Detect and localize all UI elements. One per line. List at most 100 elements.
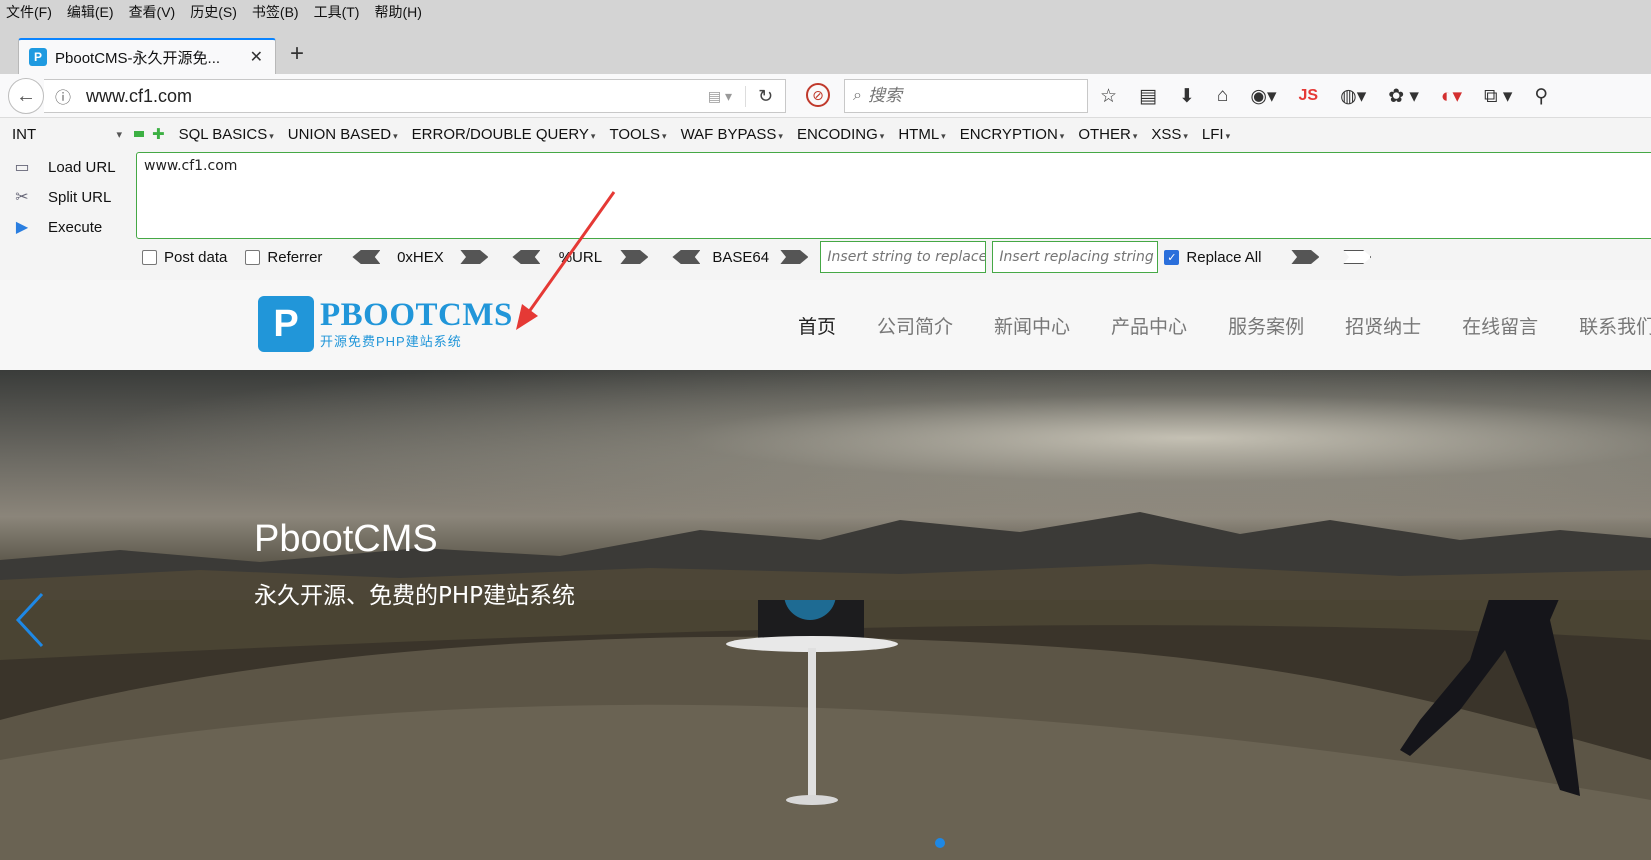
hero-subtitle: 永久开源、免费的PHP建站系统 — [254, 583, 576, 609]
home-icon[interactable]: ⌂ — [1217, 85, 1228, 107]
replace-string-input[interactable] — [992, 241, 1159, 273]
nav-news[interactable]: 新闻中心 — [994, 312, 1070, 339]
referrer-checkbox[interactable] — [245, 249, 261, 265]
menu-union-based[interactable]: UNION BASED — [288, 126, 398, 143]
carousel-prev-icon[interactable] — [12, 590, 52, 650]
find-string-input[interactable] — [820, 241, 987, 273]
site-info-icon[interactable]: ⓘ — [48, 84, 78, 108]
share-icon[interactable]: ⧉ ▾ — [1484, 85, 1512, 108]
menu-xss[interactable]: XSS — [1151, 126, 1188, 143]
hero-banner: PbootCMS 永久开源、免费的PHP建站系统 — [0, 370, 1651, 860]
reading-list-icon[interactable]: ▤ — [1139, 85, 1157, 108]
decrement-icon[interactable] — [134, 131, 144, 137]
split-url-label: Split URL — [48, 188, 112, 206]
menu-html[interactable]: HTML — [898, 126, 945, 143]
nav-home[interactable]: 首页 — [798, 312, 836, 339]
menu-bookmarks[interactable]: 书签(B) — [252, 2, 299, 22]
new-tab-button[interactable]: + — [290, 40, 304, 68]
browser-tab[interactable]: P PbootCMS-永久开源免... ✕ — [18, 38, 276, 74]
menu-encryption[interactable]: ENCRYPTION — [960, 126, 1065, 143]
menu-view[interactable]: 查看(V) — [129, 2, 176, 22]
hackbar-url-textarea[interactable] — [136, 152, 1651, 239]
url-decode-arrow-icon[interactable] — [512, 250, 541, 264]
menu-error-double-query[interactable]: ERROR/DOUBLE QUERY — [412, 126, 596, 143]
noscript-icon[interactable]: ⊘ — [806, 83, 830, 107]
logo-mark-icon: P — [258, 296, 314, 352]
menu-tools[interactable]: TOOLS — [609, 126, 666, 143]
menu-help[interactable]: 帮助(H) — [374, 2, 421, 22]
increment-icon[interactable]: ✚ — [152, 125, 165, 143]
execute-label: Execute — [48, 218, 103, 236]
hero-landscape — [0, 600, 1651, 860]
menu-encoding[interactable]: ENCODING — [797, 126, 884, 143]
tab-strip: P PbootCMS-永久开源免... ✕ + — [0, 24, 1651, 74]
post-data-label: Post data — [164, 248, 228, 266]
execute-button[interactable]: ▶ Execute — [10, 212, 130, 242]
hackbar-type-value: INT — [12, 125, 37, 143]
replace-next-arrow-icon[interactable] — [1343, 250, 1372, 264]
hackbar-menu: INT ▾ ✚ SQL BASICS UNION BASED ERROR/DOU… — [0, 122, 1651, 146]
capture-icon[interactable]: ◐▾ — [1441, 85, 1462, 108]
star-icon[interactable]: ☆ — [1100, 85, 1117, 108]
play-icon: ▶ — [15, 219, 29, 236]
hex-encode-arrow-icon[interactable] — [460, 250, 489, 264]
menu-tools[interactable]: 工具(T) — [314, 2, 360, 22]
menu-waf-bypass[interactable]: WAF BYPASS — [681, 126, 783, 143]
hackbar-actions: ▭ Load URL ✂ Split URL ▶ Execute — [10, 152, 130, 242]
reload-icon[interactable]: ↻ — [745, 85, 785, 107]
replace-apply-arrow-icon[interactable] — [1291, 250, 1320, 264]
nav-message[interactable]: 在线留言 — [1462, 312, 1538, 339]
carousel-dot[interactable] — [935, 838, 945, 848]
logo-subtitle: 开源免费PHP建站系统 — [320, 334, 462, 349]
split-url-button[interactable]: ✂ Split URL — [10, 182, 130, 212]
url-encode-label: %URL — [558, 248, 603, 266]
search-icon: ⌕ — [853, 87, 862, 104]
hackbar-panel: INT ▾ ✚ SQL BASICS UNION BASED ERROR/DOU… — [0, 118, 1651, 280]
nav-about[interactable]: 公司简介 — [877, 312, 953, 339]
menu-file[interactable]: 文件(F) — [6, 2, 52, 22]
menu-sql-basics[interactable]: SQL BASICS — [179, 126, 274, 143]
base64-decode-arrow-icon[interactable] — [672, 250, 701, 264]
site-logo[interactable]: P PBOOTCMS 开源免费PHP建站系统 — [258, 296, 513, 352]
search-box[interactable]: ⌕ — [844, 79, 1088, 113]
hackbar-type-select[interactable]: INT ▾ — [8, 123, 126, 145]
toolbar-icons: ☆ ▤ ⬇ ⌂ ◉▾ JS ◍▾ ✿ ▾ ◐▾ ⧉ ▾ ⚲ — [1100, 82, 1570, 110]
url-dropdown-icon[interactable]: ▤ ▾ — [695, 88, 745, 105]
zoom-icon[interactable]: ⚲ — [1534, 85, 1548, 108]
url-text[interactable]: www.cf1.com — [86, 86, 695, 107]
nav-jobs[interactable]: 招贤纳士 — [1345, 312, 1421, 339]
site-navigation: 首页 公司简介 新闻中心 产品中心 服务案例 招贤纳士 在线留言 联系我们 — [798, 312, 1651, 339]
menu-bar: 文件(F) 编辑(E) 查看(V) 历史(S) 书签(B) 工具(T) 帮助(H… — [0, 0, 1651, 24]
hex-label: 0xHEX — [397, 248, 444, 266]
menu-lfi[interactable]: LFI — [1202, 126, 1230, 143]
hex-decode-arrow-icon[interactable] — [352, 250, 381, 264]
nav-products[interactable]: 产品中心 — [1111, 312, 1187, 339]
nav-contact[interactable]: 联系我们 — [1579, 312, 1651, 339]
load-url-icon: ▭ — [14, 159, 30, 176]
download-icon[interactable]: ⬇ — [1179, 85, 1195, 108]
close-tab-icon[interactable]: ✕ — [250, 47, 263, 67]
url-bar[interactable]: ⓘ www.cf1.com ▤ ▾ ↻ — [44, 79, 786, 113]
menu-edit[interactable]: 编辑(E) — [67, 2, 114, 22]
menu-history[interactable]: 历史(S) — [190, 2, 237, 22]
hero-mountains — [0, 512, 1651, 600]
nav-cases[interactable]: 服务案例 — [1228, 312, 1304, 339]
logo-text: PBOOTCMS 开源免费PHP建站系统 — [320, 298, 513, 350]
js-icon[interactable]: JS — [1299, 87, 1319, 105]
post-data-checkbox[interactable] — [142, 249, 157, 265]
scissors-icon: ✂ — [15, 189, 29, 206]
globe-icon[interactable]: ◉▾ — [1250, 85, 1276, 108]
replace-all-checkbox[interactable]: ✓ — [1164, 249, 1180, 265]
base64-encode-arrow-icon[interactable] — [780, 250, 809, 264]
load-url-label: Load URL — [48, 158, 116, 176]
tab-title: PbootCMS-永久开源免... — [55, 49, 221, 67]
url-encode-arrow-icon[interactable] — [620, 250, 649, 264]
load-url-button[interactable]: ▭ Load URL — [10, 152, 130, 182]
search-input[interactable] — [867, 86, 1068, 106]
palette-icon[interactable]: ✿ ▾ — [1388, 85, 1419, 108]
chrome-icon[interactable]: ◍▾ — [1340, 85, 1366, 108]
menu-other[interactable]: OTHER — [1078, 126, 1137, 143]
navigation-toolbar: ← ⓘ www.cf1.com ▤ ▾ ↻ ⊘ ⌕ ☆ ▤ ⬇ ⌂ ◉▾ JS … — [0, 74, 1651, 118]
referrer-label: Referrer — [267, 248, 323, 266]
back-button[interactable]: ← — [8, 78, 44, 114]
